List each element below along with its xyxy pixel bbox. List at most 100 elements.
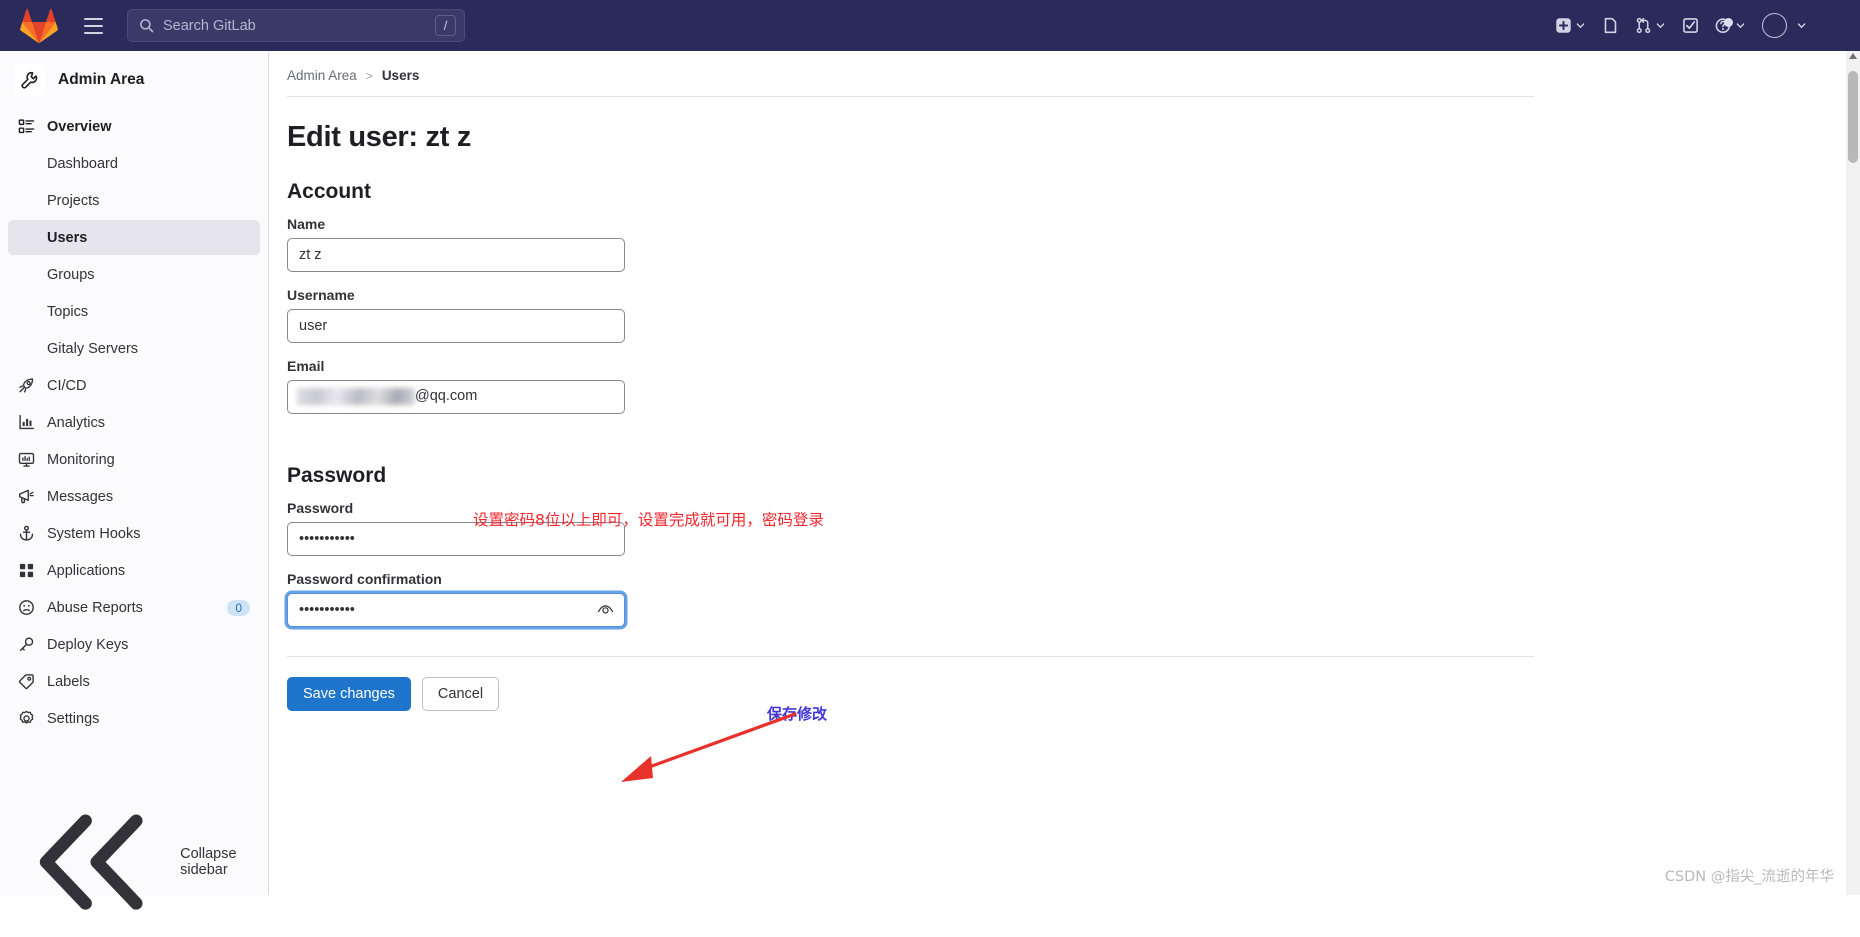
username-field-group: Username — [287, 287, 1811, 343]
account-section-title: Account — [287, 180, 1811, 204]
cancel-button[interactable]: Cancel — [422, 677, 499, 711]
sidebar-item-cicd[interactable]: CI/CD — [8, 368, 260, 403]
breadcrumb-admin-area[interactable]: Admin Area — [287, 68, 357, 83]
sidebar-item-dashboard[interactable]: Dashboard — [8, 146, 260, 181]
todos-link[interactable] — [1675, 8, 1706, 44]
sidebar-item-label: Applications — [47, 563, 125, 579]
merge-requests-menu[interactable] — [1628, 8, 1673, 44]
sidebar-item-label: Projects — [47, 193, 99, 209]
top-navigation-bar: Search GitLab / — [0, 0, 1860, 51]
sidebar-item-users[interactable]: Users — [8, 220, 260, 255]
hamburger-menu-icon[interactable] — [76, 9, 110, 43]
search-placeholder: Search GitLab — [163, 18, 435, 34]
sidebar-title: Admin Area — [58, 71, 144, 89]
sidebar-item-labels[interactable]: Labels — [8, 664, 260, 699]
search-input[interactable]: Search GitLab / — [127, 9, 465, 42]
breadcrumb: Admin Area > Users — [287, 51, 1811, 96]
breadcrumb-divider — [287, 96, 1534, 97]
password-section-title: Password — [287, 464, 1811, 488]
password-annotation-text: 设置密码8位以上即可，设置完成就可用，密码登录 — [473, 508, 824, 530]
sidebar-item-label: System Hooks — [47, 526, 140, 542]
sidebar-item-settings[interactable]: Settings — [8, 701, 260, 736]
breadcrumb-users[interactable]: Users — [382, 68, 420, 83]
sidebar-item-abuse-reports[interactable]: Abuse Reports 0 — [8, 590, 260, 625]
sidebar-footer: Collapse sidebar — [0, 835, 268, 895]
wrench-icon — [13, 64, 45, 96]
sidebar-item-label: Users — [47, 230, 87, 246]
chevron-down-icon — [1796, 20, 1807, 31]
merge-request-icon — [1635, 17, 1652, 34]
sidebar-item-messages[interactable]: Messages — [8, 479, 260, 514]
toggle-password-visibility-button[interactable] — [596, 601, 615, 620]
todo-check-icon — [1682, 17, 1699, 34]
sidebar-item-label: Messages — [47, 489, 113, 505]
email-redaction-blur — [297, 388, 415, 405]
page-scrollbar[interactable] — [1846, 51, 1860, 895]
user-menu[interactable] — [1755, 8, 1814, 44]
scrollbar-thumb[interactable] — [1848, 71, 1858, 163]
main-content: Admin Area > Users Edit user: zt z Accou… — [269, 51, 1860, 895]
megaphone-icon — [18, 488, 35, 505]
form-actions: Save changes Cancel — [287, 657, 1811, 711]
breadcrumb-separator-icon: > — [366, 69, 373, 83]
name-input[interactable] — [287, 238, 625, 272]
sidebar-item-label: Gitaly Servers — [47, 341, 138, 357]
content-wrapper: Admin Area > Users Edit user: zt z Accou… — [269, 51, 1829, 711]
sidebar-item-label: Labels — [47, 674, 90, 690]
sidebar-item-label: Analytics — [47, 415, 105, 431]
password-confirmation-label: Password confirmation — [287, 571, 1811, 587]
abuse-reports-count-badge: 0 — [227, 600, 250, 616]
issues-icon — [1602, 17, 1619, 34]
sidebar-item-label: Settings — [47, 711, 99, 727]
sidebar-item-projects[interactable]: Projects — [8, 183, 260, 218]
email-field-group: Email @qq.com — [287, 358, 1811, 414]
overview-icon — [18, 118, 35, 135]
search-icon — [139, 18, 154, 33]
anchor-icon — [18, 525, 35, 542]
email-label: Email — [287, 358, 1811, 374]
eye-icon — [596, 601, 615, 620]
email-input-wrapper[interactable]: @qq.com — [287, 380, 625, 414]
name-label: Name — [287, 216, 1811, 232]
sidebar-item-system-hooks[interactable]: System Hooks — [8, 516, 260, 551]
sidebar-item-gitaly-servers[interactable]: Gitaly Servers — [8, 331, 260, 366]
save-changes-button[interactable]: Save changes — [287, 677, 411, 711]
sidebar-item-analytics[interactable]: Analytics — [8, 405, 260, 440]
avatar — [1762, 13, 1787, 38]
username-input[interactable] — [287, 309, 625, 343]
grid-icon — [18, 562, 35, 579]
password-confirmation-input[interactable] — [287, 593, 625, 627]
sidebar-item-applications[interactable]: Applications — [8, 553, 260, 588]
save-annotation-text: 保存修改 — [767, 703, 827, 724]
create-new-menu[interactable] — [1548, 8, 1593, 44]
sidebar-item-monitoring[interactable]: Monitoring — [8, 442, 260, 477]
chart-icon — [18, 414, 35, 431]
name-field-group: Name — [287, 216, 1811, 272]
sidebar-header[interactable]: Admin Area — [0, 51, 268, 109]
issues-link[interactable] — [1595, 8, 1626, 44]
sidebar-item-groups[interactable]: Groups — [8, 257, 260, 292]
sad-face-icon — [18, 599, 35, 616]
email-domain-text: @qq.com — [415, 388, 477, 404]
help-menu[interactable] — [1708, 8, 1753, 44]
key-icon — [18, 636, 35, 653]
sidebar-item-label: Monitoring — [47, 452, 115, 468]
help-notification-dot — [1724, 18, 1733, 27]
admin-sidebar: Admin Area Overview Dashboard Projects U… — [0, 51, 269, 895]
sidebar-item-overview[interactable]: Overview — [8, 109, 260, 144]
chevron-down-icon — [1575, 20, 1586, 31]
gitlab-logo[interactable] — [20, 8, 58, 44]
password-field-group: Password 设置密码8位以上即可，设置完成就可用，密码登录 — [287, 500, 1811, 556]
collapse-sidebar-button[interactable]: Collapse sidebar — [8, 845, 260, 879]
sidebar-item-label: Topics — [47, 304, 88, 320]
rocket-icon — [18, 377, 35, 394]
sidebar-item-label: CI/CD — [47, 378, 86, 394]
scrollbar-up-arrow-icon[interactable] — [1849, 53, 1857, 59]
password-confirmation-wrapper — [287, 593, 625, 627]
sidebar-item-label: Dashboard — [47, 156, 118, 172]
password-confirmation-field-group: Password confirmation — [287, 571, 1811, 627]
sidebar-item-deploy-keys[interactable]: Deploy Keys — [8, 627, 260, 662]
search-shortcut-badge: / — [435, 15, 456, 36]
gear-icon — [18, 710, 35, 727]
sidebar-item-topics[interactable]: Topics — [8, 294, 260, 329]
